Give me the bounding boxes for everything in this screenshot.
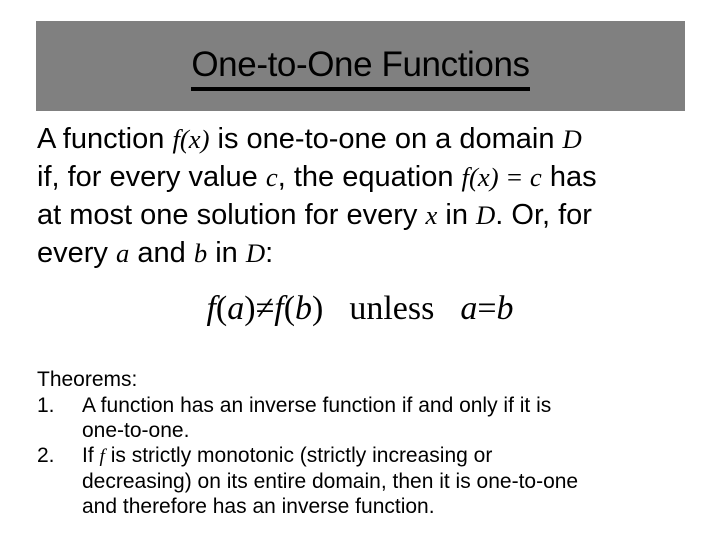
equation-condition-left: a xyxy=(460,290,478,327)
title-banner: One-to-One Functions xyxy=(36,21,685,111)
equation-rhs-argument: b xyxy=(295,290,313,327)
theorem-1-line-1: A function has an inverse function if an… xyxy=(82,394,552,417)
definition-l2-math-arg: (x) xyxy=(468,162,499,192)
definition-l4-math-domain: D xyxy=(245,238,266,268)
definition-l2-post: has xyxy=(541,161,597,193)
theorem-1-number: 1. xyxy=(37,394,55,417)
equation-lhs-argument: a xyxy=(227,290,245,327)
definition-line-1: A function f(x) is one-to-one on a domai… xyxy=(37,120,697,158)
equation-lhs-close-paren: ) xyxy=(244,290,256,327)
equation-rhs-function: f xyxy=(274,290,284,327)
definition-l3-post: . Or, for xyxy=(495,199,592,231)
definition-l2-mid: , the equation xyxy=(277,161,462,193)
slide-canvas: One-to-One Functions A function f(x) is … xyxy=(0,0,720,540)
equation-connector-unless: unless xyxy=(349,290,435,327)
definition-line-2: if, for every value c, the equation f(x)… xyxy=(37,158,697,196)
list-item: 1. A function has an inverse function if… xyxy=(37,393,707,443)
definition-l2-math-c2: c xyxy=(529,162,542,192)
theorem-1-line-2: one-to-one. xyxy=(82,419,190,442)
definition-line-3: at most one solution for every x in D. O… xyxy=(37,196,697,234)
definition-l1-math-f: f xyxy=(172,124,180,154)
display-equation: f(a)≠f(b) unless a=b xyxy=(0,288,720,330)
definition-l3-math-x: x xyxy=(425,200,438,230)
theorem-2-line-1: If f is strictly monotonic (strictly inc… xyxy=(82,443,707,469)
theorems-heading: Theorems: xyxy=(37,368,138,391)
definition-l1-math-domain: D xyxy=(562,124,582,154)
equation-rhs-close-paren: ) xyxy=(312,290,324,327)
equation-not-equal-sign: ≠ xyxy=(255,290,275,327)
equation-condition-equals: = xyxy=(477,290,497,327)
definition-l1-math-arg: (x) xyxy=(179,124,210,154)
definition-l2-math-equals: = xyxy=(498,162,530,192)
theorem-1-body: A function has an inverse function if an… xyxy=(82,393,707,443)
equation-rhs-open-paren: ( xyxy=(283,290,296,327)
theorem-2-line-2: decreasing) on its entire domain, then i… xyxy=(82,470,579,493)
page-title: One-to-One Functions xyxy=(36,45,685,91)
definition-l3-mid: in xyxy=(437,199,477,231)
definition-l4-mid: and xyxy=(129,237,194,269)
definition-paragraph: A function f(x) is one-to-one on a domai… xyxy=(37,120,697,272)
page-title-underlined-text: One-to-One Functions xyxy=(191,45,530,91)
theorem-2-body: If f is strictly monotonic (strictly inc… xyxy=(82,443,707,519)
definition-l1-mid: is one-to-one on a domain xyxy=(209,123,563,155)
definition-l4-math-b: b xyxy=(193,238,208,268)
definition-l2-pre: if, for every value xyxy=(37,161,266,193)
theorems-section: Theorems: 1. A function has an inverse f… xyxy=(37,367,707,519)
definition-l4-pre: every xyxy=(37,237,116,269)
equation-condition-right: b xyxy=(496,290,514,327)
definition-l1-pre: A function xyxy=(37,123,173,155)
definition-l2-math-c: c xyxy=(265,162,278,192)
definition-l4-post: in xyxy=(207,237,246,269)
theorem-2-l1-post: is strictly monotonic (strictly increasi… xyxy=(104,444,493,467)
equation-lhs-open-paren: ( xyxy=(215,290,228,327)
definition-l4-end: : xyxy=(265,237,274,269)
theorem-2-number: 2. xyxy=(37,444,55,467)
definition-line-4: every a and b in D: xyxy=(37,234,697,272)
definition-l3-math-domain: D xyxy=(476,200,496,230)
list-item: 2. If f is strictly monotonic (strictly … xyxy=(37,443,707,519)
equation-lhs-function: f xyxy=(206,290,216,327)
definition-l2-math-f: f xyxy=(461,162,469,192)
theorem-2-l1-pre: If xyxy=(82,444,100,467)
theorem-2-line-3: and therefore has an inverse function. xyxy=(82,495,435,518)
definition-l3-pre: at most one solution for every xyxy=(37,199,426,231)
definition-l4-math-a: a xyxy=(115,238,130,268)
